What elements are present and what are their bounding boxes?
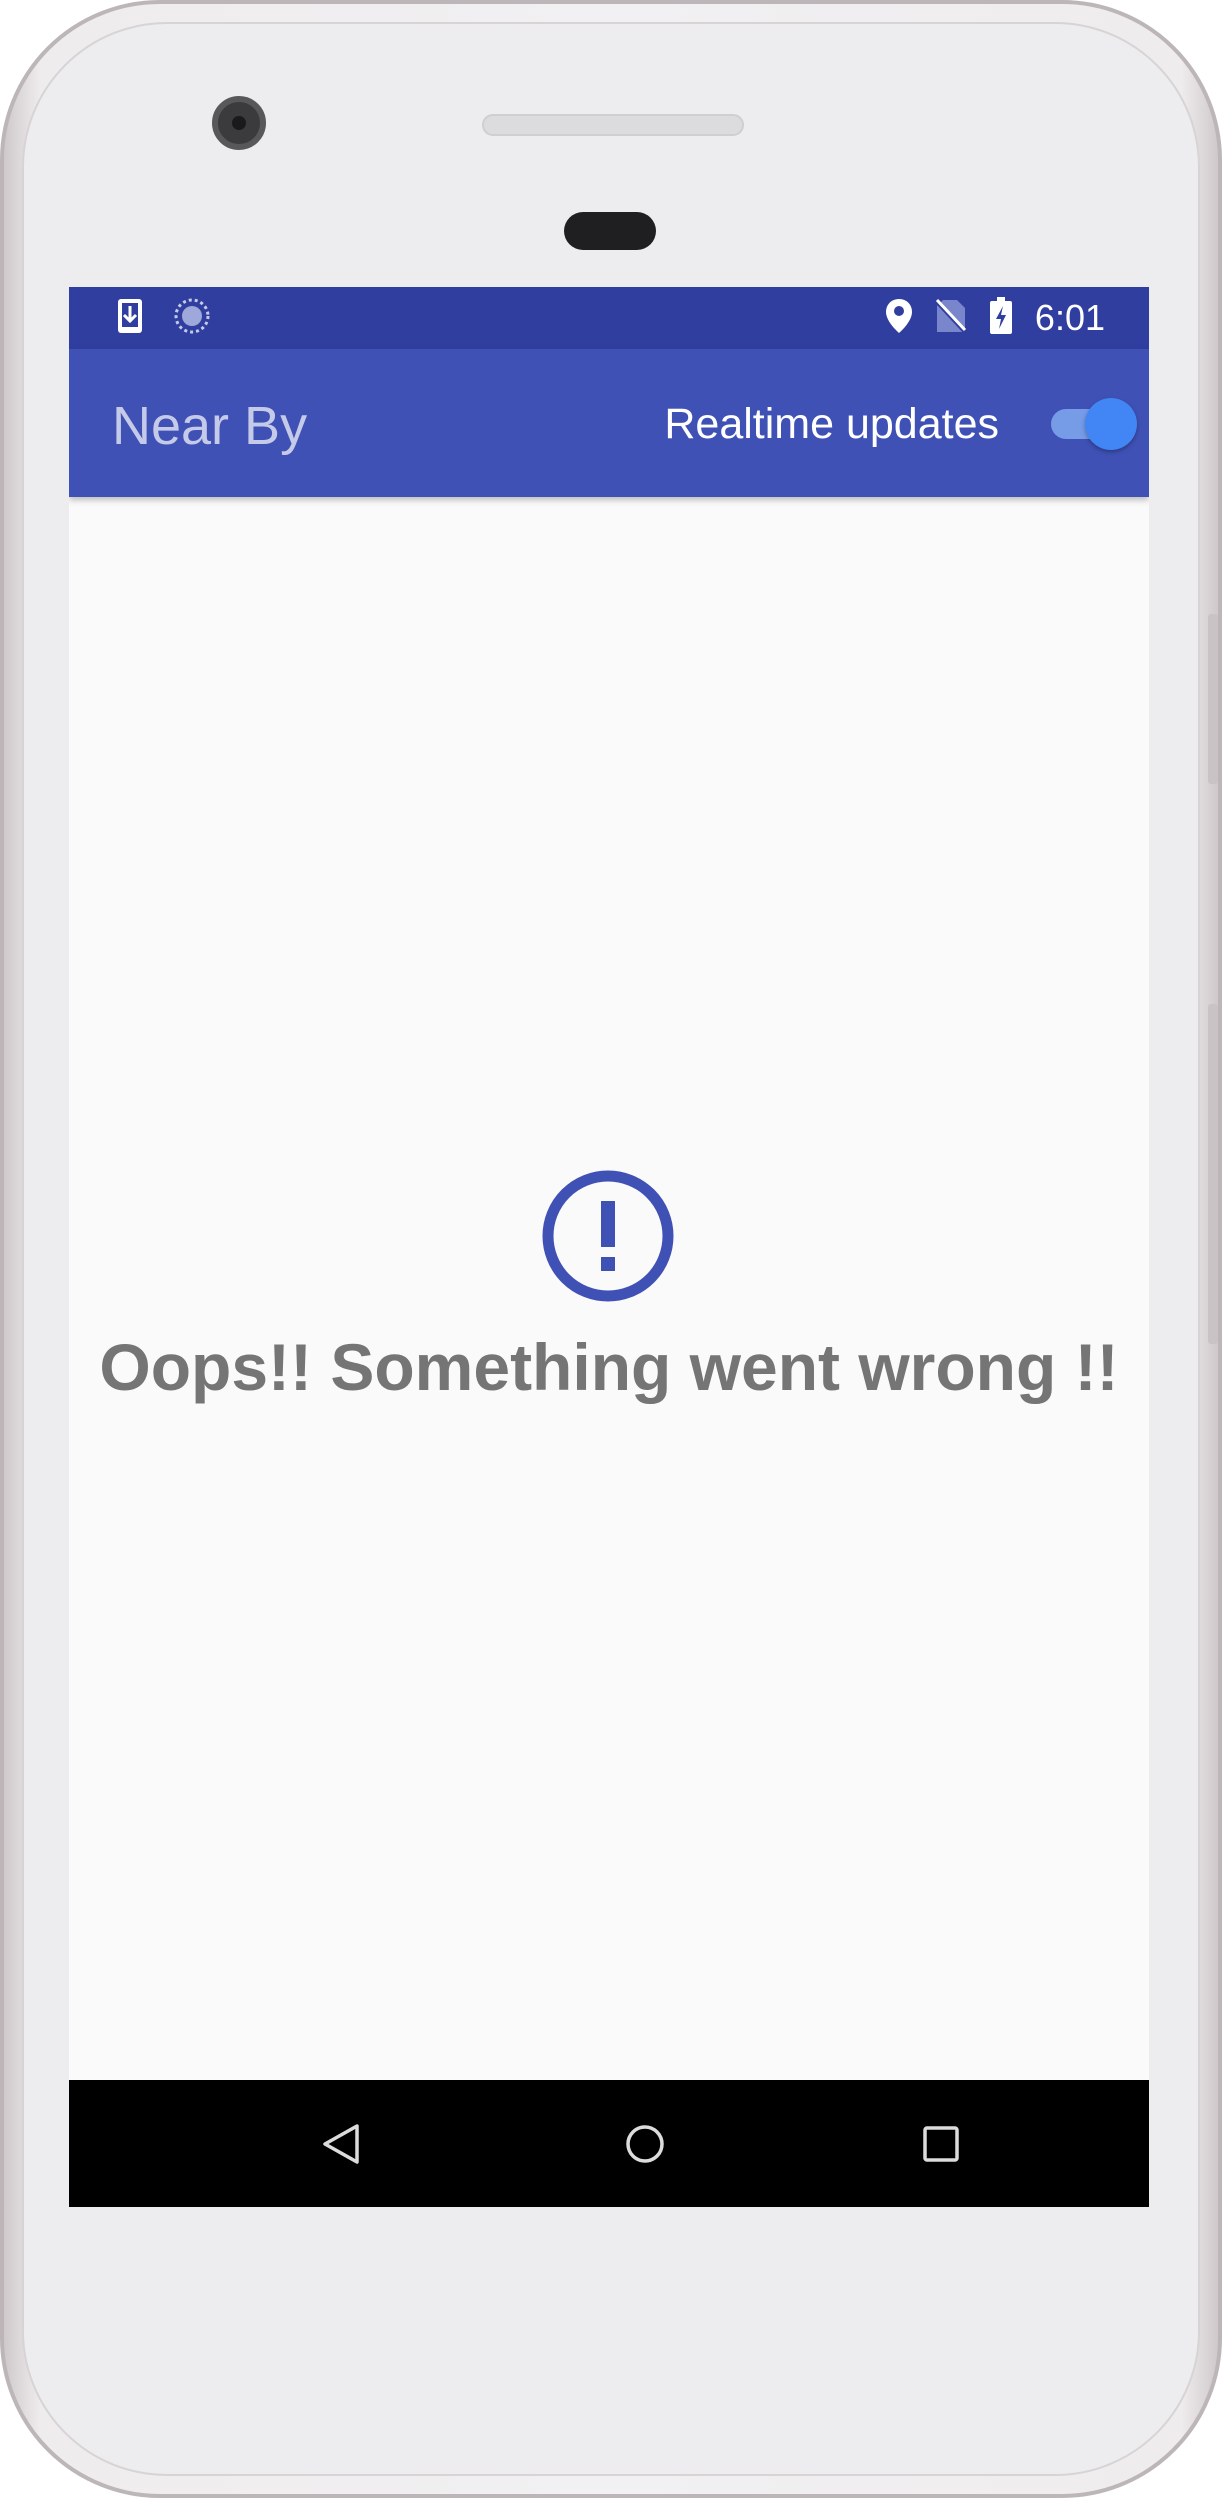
earpiece-speaker — [482, 114, 744, 136]
back-icon[interactable] — [305, 2108, 377, 2180]
realtime-updates-switch[interactable] — [1045, 393, 1141, 453]
power-button — [1208, 1004, 1218, 1344]
front-camera — [212, 96, 266, 150]
realtime-updates-label: Realtime updates — [664, 400, 999, 448]
app-bar: Near By Realtime updates — [69, 349, 1149, 497]
alert-circle-icon — [541, 1169, 675, 1303]
error-message: Oops!! Something went wrong !! — [99, 1330, 1119, 1404]
recents-icon[interactable] — [905, 2108, 977, 2180]
volume-button — [1208, 614, 1218, 784]
sync-icon — [173, 297, 211, 340]
location-icon — [885, 298, 913, 339]
switch-thumb — [1085, 398, 1137, 450]
navigation-bar — [69, 2080, 1149, 2207]
status-bar: 6:01 — [69, 287, 1149, 349]
battery-charging-icon — [989, 296, 1013, 340]
app-title: Near By — [112, 396, 308, 456]
no-sim-icon — [935, 298, 967, 339]
status-time: 6:01 — [1034, 297, 1105, 338]
main-content: Oops!! Something went wrong !! — [69, 497, 1149, 2067]
download-icon — [117, 298, 143, 339]
proximity-sensor — [564, 212, 656, 250]
device-screen: 6:01 Near By Realtime updates Oops!! Som… — [69, 287, 1149, 2207]
home-icon[interactable] — [609, 2108, 681, 2180]
phone-frame: 6:01 Near By Realtime updates Oops!! Som… — [0, 0, 1222, 2498]
